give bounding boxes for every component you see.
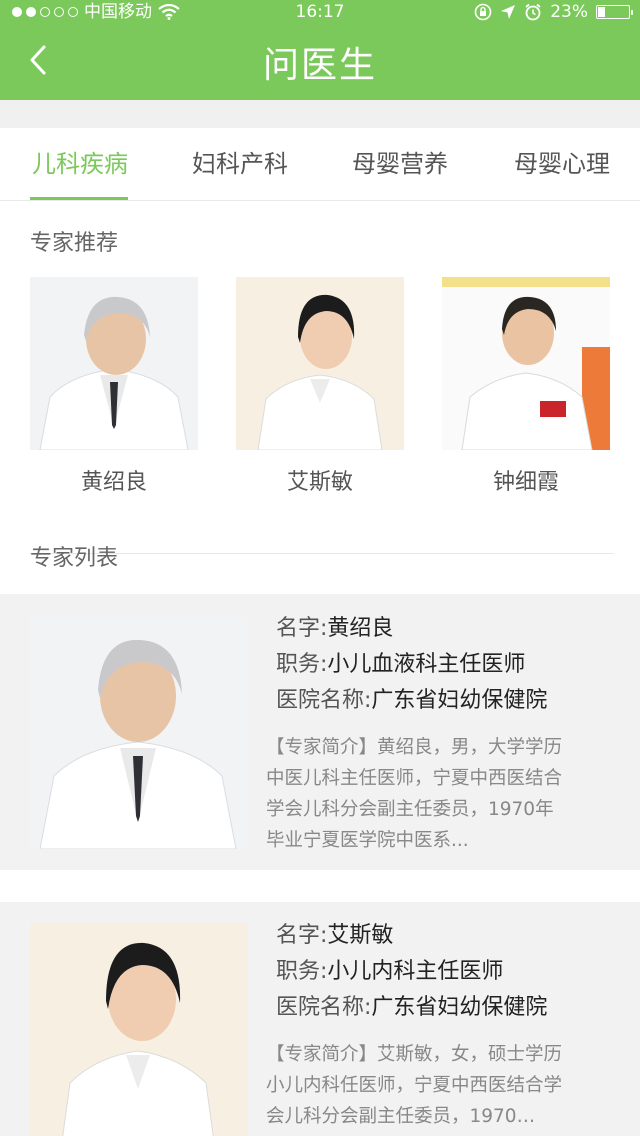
top-bar: 中国移动 16:17 23% 问医生 [0,0,640,100]
battery-icon [596,5,633,19]
active-tab-indicator [30,197,128,200]
doctor-info: 名字:艾斯敏 职务:小儿内科主任医师 医院名称:广东省妇幼保健院 [276,918,547,1026]
hospital-name: 广东省妇幼保健院 [371,995,548,1020]
page-title: 问医生 [262,45,377,86]
status-bar: 中国移动 16:17 23% [0,0,640,24]
orientation-lock-icon [474,3,492,21]
doctor-name: 黄绍良 [80,470,147,495]
bio-line: 毕业宁夏医学院中医系... [266,830,469,851]
hospital-name: 广东省妇幼保健院 [371,688,548,713]
doctor-photo [442,277,610,450]
hospital-label: 医院名称: [276,995,372,1020]
navigation-bar: 问医生 [0,24,640,100]
doctor-photo [30,923,248,1136]
spacer [0,870,640,902]
doctor-bio: 【专家简介】黄绍良，男，大学学历 中医儿科主任医师，宁夏中西医结合 学会儿科分会… [266,732,606,856]
doctor-name: 艾斯敏 [286,470,353,495]
name-label: 名字: [276,923,328,948]
doctor-photo [30,277,198,450]
tab-nutrition[interactable]: 母婴营养 [320,128,480,200]
tab-pediatrics[interactable]: 儿科疾病 [0,128,160,200]
category-tabs: 儿科疾病 妇科产科 母婴营养 母婴心理 [0,128,640,201]
bio-line: 学会儿科分会副主任委员，1970年 [266,799,554,820]
bio-line: 【专家简介】艾斯敏，女，硕士学历 [266,1044,563,1065]
doctor-name: 黄绍良 [327,616,394,641]
location-icon [501,5,516,19]
title-label: 职务: [276,959,328,984]
section-heading-list: 专家列表 [30,546,119,571]
bio-line: 【专家简介】黄绍良，男，大学学历 [266,737,563,758]
bio-line: 中医儿科主任医师，宁夏中西医结合 [266,768,563,789]
recommended-expert-card[interactable]: 钟细霞 [442,277,610,496]
name-label: 名字: [276,616,328,641]
doctor-name: 艾斯敏 [327,923,394,948]
recommended-expert-card[interactable]: 艾斯敏 [236,277,404,496]
doctor-title: 小儿内科主任医师 [327,959,504,984]
doctor-name: 钟细霞 [492,470,559,495]
bio-line: 会儿科分会副主任委员，1970… [266,1106,536,1127]
doctor-photo [30,616,248,849]
doctor-info: 名字:黄绍良 职务:小儿血液科主任医师 医院名称:广东省妇幼保健院 [276,611,547,719]
doctor-photo [236,277,404,450]
battery-percent: 23% [550,2,588,22]
title-label: 职务: [276,652,328,677]
section-heading-recommend: 专家推荐 [30,231,119,256]
bio-line: 小儿内科任医师，宁夏中西医结合学 [266,1075,563,1096]
recommended-expert-card[interactable]: 黄绍良 [30,277,198,496]
tab-psychology[interactable]: 母婴心理 [482,128,640,200]
tab-gynecology[interactable]: 妇科产科 [160,128,320,200]
alarm-icon [525,3,541,21]
doctor-bio: 【专家简介】艾斯敏，女，硕士学历 小儿内科任医师，宁夏中西医结合学 会儿科分会副… [266,1039,606,1132]
doctor-title: 小儿血液科主任医师 [327,652,526,677]
spacer [0,100,640,128]
hospital-label: 医院名称: [276,688,372,713]
